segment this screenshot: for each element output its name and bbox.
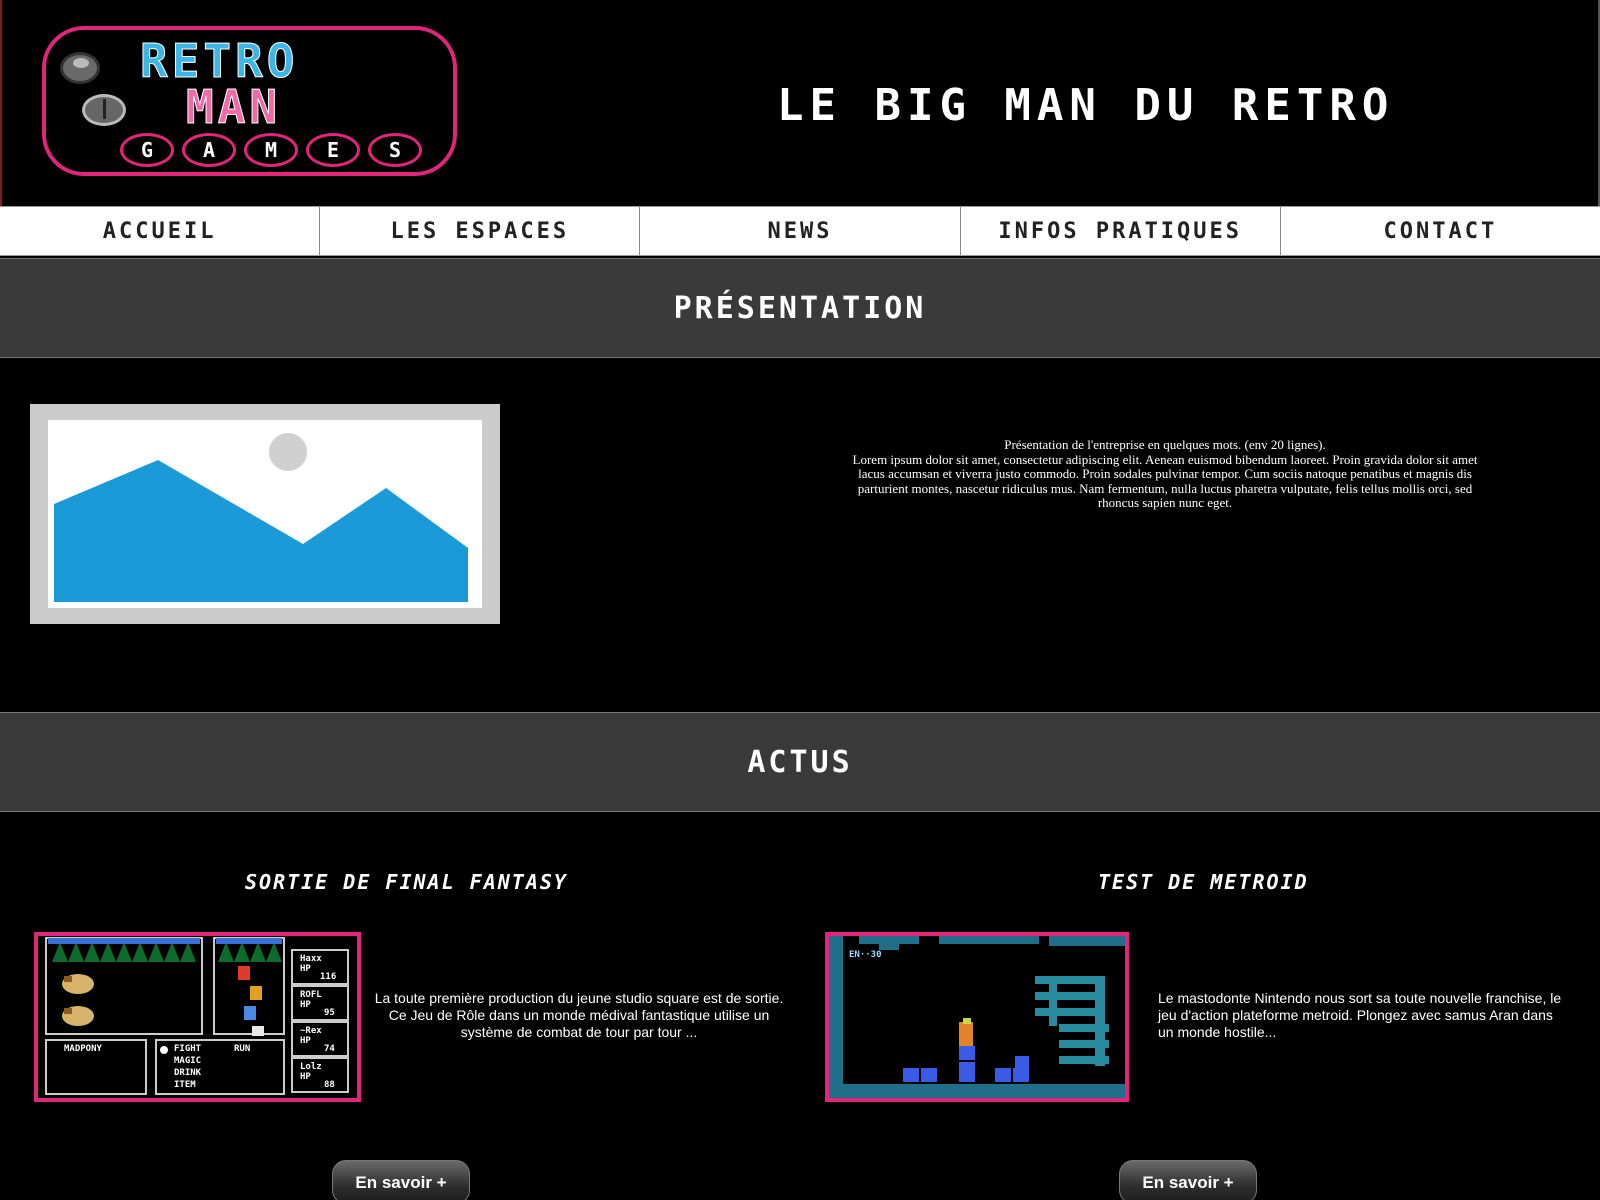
logo-letter: G	[120, 133, 174, 167]
nav-item-contact[interactable]: CONTACT	[1281, 207, 1600, 255]
logo-games-letters: G A M E S	[120, 133, 422, 167]
ff-menu-run: RUN	[234, 1044, 251, 1054]
presentation-text: Présentation de l'entreprise en quelques…	[850, 437, 1480, 511]
news-title-metroid[interactable]: TEST DE METROID	[1098, 870, 1309, 894]
ff-menu-magic: MAGIC	[174, 1056, 202, 1066]
news-description-final-fantasy: La toute première production du jeune st…	[374, 990, 784, 1040]
ff-hp-label: HP	[300, 1072, 311, 1082]
ff-party-name: ~Rex	[300, 1026, 322, 1036]
ff-hp-label: HP	[300, 1000, 311, 1010]
ff-hp-label: HP	[300, 964, 311, 974]
logo-letter: S	[368, 133, 422, 167]
ff-party-hp: 116	[320, 972, 337, 982]
presentation-heading: PRÉSENTATION	[0, 258, 1600, 358]
site-tagline: LE BIG MAN DU RETRO	[777, 80, 1395, 131]
joystick-ball-icon	[60, 52, 100, 84]
presentation-body: Lorem ipsum dolor sit amet, consectetur …	[852, 451, 1478, 510]
ff-party-hp: 95	[324, 1008, 335, 1018]
logo-letter: E	[306, 133, 360, 167]
news-description-metroid: Le mastodonte Nintendo nous sort sa tout…	[1158, 990, 1562, 1040]
presentation-intro: Présentation de l'entreprise en quelques…	[1004, 437, 1326, 452]
logo-word-man: MAN	[185, 80, 282, 135]
actus-heading: ACTUS	[0, 712, 1600, 812]
nav-item-les-espaces[interactable]: LES ESPACES	[320, 207, 641, 255]
logo-letter: M	[244, 133, 298, 167]
read-more-button[interactable]: En savoir +	[332, 1160, 470, 1200]
ff-menu-item: ITEM	[174, 1080, 196, 1090]
ff-party-hp: 74	[324, 1044, 335, 1054]
ff-menu-fight: FIGHT	[174, 1044, 202, 1054]
logo-letter: A	[182, 133, 236, 167]
nav-item-news[interactable]: NEWS	[640, 207, 961, 255]
nav-item-accueil[interactable]: ACCUEIL	[0, 207, 321, 255]
retro-man-games-logo[interactable]: RETRO MAN G A M E S	[42, 26, 457, 176]
read-more-button[interactable]: En savoir +	[1119, 1160, 1257, 1200]
nav-item-infos-pratiques[interactable]: INFOS PRATIQUES	[961, 207, 1281, 255]
ff-enemy-name: MADPONY	[64, 1044, 102, 1054]
ff-party-name: Lolz	[300, 1062, 322, 1072]
ff-party-hp: 88	[324, 1080, 335, 1090]
ff-party-name: Haxx	[300, 954, 322, 964]
main-nav: ACCUEIL LES ESPACES NEWS INFOS PRATIQUES…	[0, 206, 1600, 256]
ff-hp-label: HP	[300, 1036, 311, 1046]
news-title-final-fantasy[interactable]: SORTIE DE FINAL FANTASY	[245, 870, 568, 894]
joystick-base-icon	[82, 94, 126, 126]
ff-party-name: ROFL	[300, 990, 322, 1000]
image-placeholder	[30, 404, 500, 624]
site-header: RETRO MAN G A M E S LE BIG MAN DU RETRO	[0, 0, 1600, 206]
mountain-image-icon	[54, 433, 468, 602]
metroid-scene	[829, 936, 1125, 1098]
metroid-screenshot[interactable]: EN··30	[825, 932, 1129, 1102]
metroid-energy-counter: EN··30	[849, 950, 882, 960]
ff-menu-drink: DRINK	[174, 1068, 202, 1078]
final-fantasy-screenshot[interactable]: MADPONY FIGHT RUN MAGIC DRINK ITEM Haxx …	[34, 932, 361, 1102]
